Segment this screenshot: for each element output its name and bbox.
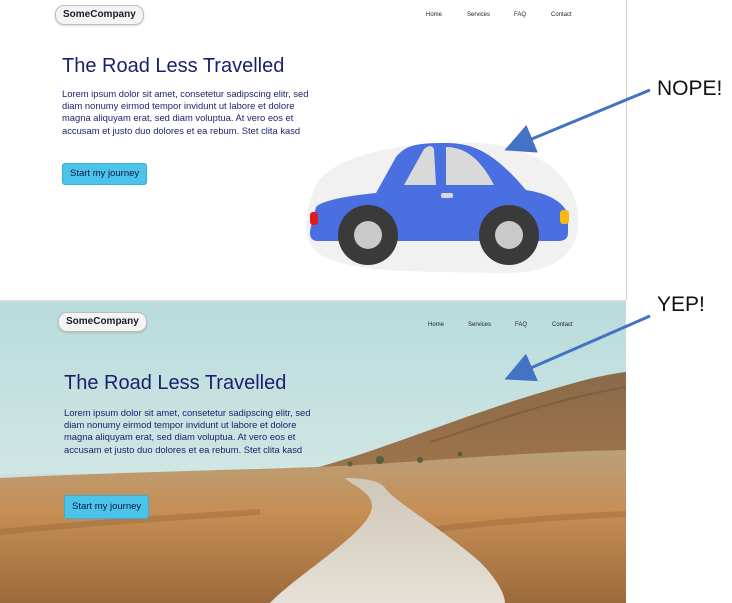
annotation-arrows	[504, 88, 651, 382]
arrow-to-photo-icon	[504, 314, 651, 382]
arrow-to-car-icon	[504, 88, 651, 153]
